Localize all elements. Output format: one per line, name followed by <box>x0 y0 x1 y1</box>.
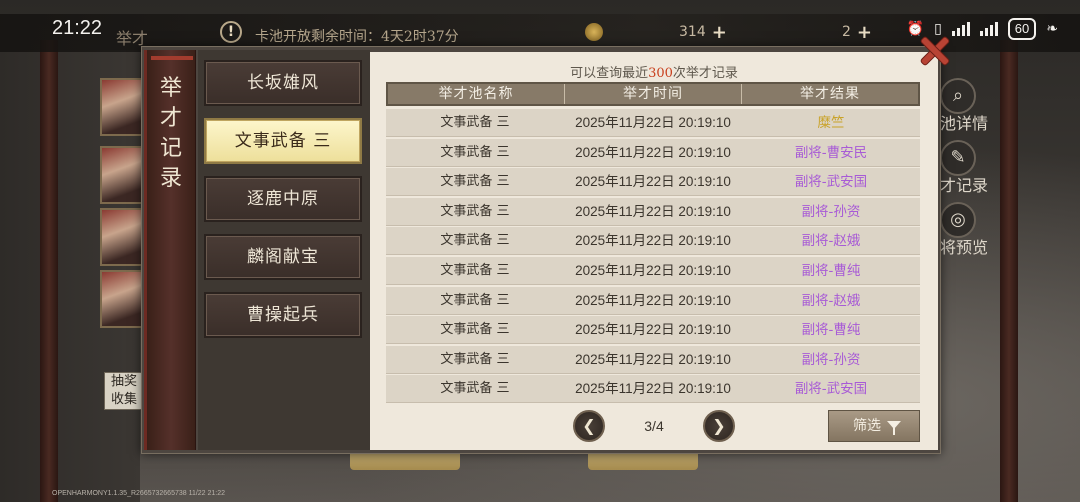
tab-pool-5[interactable]: 曹操起兵 <box>204 292 362 338</box>
cell-result: 副将-赵娥 <box>801 292 861 309</box>
cell-result: 副将-武安国 <box>794 174 868 191</box>
signal-icon <box>951 22 970 36</box>
feather-icon[interactable]: ✎ <box>940 140 976 176</box>
records-table: 举才池名称 举才时间 举才结果 文事武备 三 2025年11月22日 20:19:… <box>386 82 920 404</box>
cell-pool-name: 文事武备 三 <box>440 174 510 190</box>
cell-result: 副将-孙资 <box>801 351 861 368</box>
cell-time: 2025年11月22日 20:19:10 <box>575 292 731 308</box>
cell-pool-name: 文事武备 三 <box>440 322 510 338</box>
table-row: 文事武备 三 2025年11月22日 20:19:10 副将-赵娥 <box>386 286 920 315</box>
battery-icon: 60 <box>1007 18 1037 40</box>
table-row: 文事武备 三 2025年11月22日 20:19:10 副将-曹安民 <box>386 138 920 167</box>
tab-pool-4[interactable]: 麟阁献宝 <box>204 234 362 280</box>
table-row: 文事武备 三 2025年11月22日 20:19:10 副将-武安国 <box>386 375 920 404</box>
cell-time: 2025年11月22日 20:19:10 <box>575 381 731 397</box>
vibrate-icon: ▯ <box>934 21 942 37</box>
preview-icon[interactable]: ◎ <box>940 202 976 238</box>
table-row: 文事武备 三 2025年11月22日 20:19:10 副将-赵娥 <box>386 227 920 256</box>
tab-pool-1[interactable]: 长坂雄风 <box>204 60 362 106</box>
pool-details-label[interactable]: 池详情 <box>940 110 988 134</box>
pool-tabs: 长坂雄风 文事武备 三 逐鹿中原 麟阁献宝 曹操起兵 <box>198 50 370 450</box>
cell-result: 副将-孙资 <box>801 203 861 220</box>
search-icon[interactable]: ⌕ <box>940 78 976 114</box>
cell-result: 副将-曹纯 <box>801 322 861 339</box>
filter-button[interactable]: 筛选 <box>828 410 920 442</box>
cell-pool-name: 文事武备 三 <box>440 203 510 219</box>
cell-time: 2025年11月22日 20:19:10 <box>575 322 731 338</box>
cell-time: 2025年11月22日 20:19:10 <box>575 351 731 367</box>
query-note: 可以查询最近300次举才记录 <box>370 62 938 81</box>
cell-time: 2025年11月22日 20:19:10 <box>575 262 731 278</box>
cell-pool-name: 文事武备 三 <box>440 292 510 308</box>
cell-result: 糜竺 <box>817 115 845 131</box>
cell-result: 副将-曹安民 <box>794 144 868 161</box>
background-pillar <box>40 40 58 502</box>
hero-portrait[interactable] <box>100 78 144 136</box>
table-row: 文事武备 三 2025年11月22日 20:19:10 副将-曹纯 <box>386 316 920 345</box>
cell-time: 2025年11月22日 20:19:10 <box>575 174 731 190</box>
cell-pool-name: 文事武备 三 <box>440 262 510 278</box>
query-note-suffix: 次举才记录 <box>672 66 738 81</box>
modal-title: 举才记录 <box>159 76 182 191</box>
next-page-button[interactable]: ❯ <box>703 410 735 442</box>
hero-portrait[interactable] <box>100 208 144 266</box>
cell-pool-name: 文事武备 三 <box>440 233 510 249</box>
cell-pool-name: 文事武备 三 <box>440 144 510 160</box>
modal-title-strip: 举才记录 <box>144 50 196 450</box>
status-clock: 21:22 <box>52 17 103 39</box>
cell-pool-name: 文事武备 三 <box>440 115 510 130</box>
page-indicator: 3/4 <box>644 418 664 434</box>
cell-result: 副将-赵娥 <box>801 233 861 250</box>
alarm-icon: ⏰ <box>906 21 925 37</box>
cell-pool-name: 文事武备 三 <box>440 351 510 367</box>
preview-label[interactable]: 将预览 <box>940 234 988 258</box>
hero-portrait[interactable] <box>100 146 144 204</box>
query-note-count: 300 <box>648 66 673 81</box>
build-watermark: OPENHARMONY1.1.35_R2665732665738 11/22 2… <box>52 490 226 497</box>
cell-time: 2025年11月22日 20:19:10 <box>575 144 731 160</box>
table-row: 文事武备 三 2025年11月22日 20:19:10 副将-孙资 <box>386 197 920 226</box>
leaf-icon: ❧ <box>1046 21 1058 37</box>
funnel-icon <box>887 421 901 435</box>
close-icon[interactable] <box>920 36 950 66</box>
tab-pool-3[interactable]: 逐鹿中原 <box>204 176 362 222</box>
column-header-pool: 举才池名称 <box>388 84 565 104</box>
column-header-result: 举才结果 <box>800 86 860 102</box>
records-label[interactable]: 才记录 <box>940 172 988 196</box>
cell-time: 2025年11月22日 20:19:10 <box>575 115 731 130</box>
tab-pool-2[interactable]: 文事武备 三 <box>204 118 362 164</box>
prev-page-button[interactable]: ❮ <box>573 410 605 442</box>
query-note-prefix: 可以查询最近 <box>570 66 649 81</box>
column-header-time: 举才时间 <box>565 84 742 104</box>
table-row: 文事武备 三 2025年11月22日 20:19:10 副将-武安国 <box>386 168 920 197</box>
pagination: ❮ 3/4 ❯ 筛选 <box>370 410 938 444</box>
table-header: 举才池名称 举才时间 举才结果 <box>386 82 920 106</box>
cell-time: 2025年11月22日 20:19:10 <box>575 203 731 219</box>
records-content: 可以查询最近300次举才记录 举才池名称 举才时间 举才结果 文事武备 三 202… <box>370 52 938 450</box>
cell-time: 2025年11月22日 20:19:10 <box>575 233 731 249</box>
collect-button[interactable]: 抽奖收集 <box>104 372 144 410</box>
cell-result: 副将-曹纯 <box>801 262 861 279</box>
hero-portrait[interactable] <box>100 270 144 328</box>
table-body[interactable]: 文事武备 三 2025年11月22日 20:19:10 糜竺 文事武备 三 2025年1… <box>386 109 920 404</box>
table-row: 文事武备 三 2025年11月22日 20:19:10 副将-曹纯 <box>386 256 920 285</box>
cell-result: 副将-武安国 <box>794 381 868 398</box>
table-row: 文事武备 三 2025年11月22日 20:19:10 副将-孙资 <box>386 345 920 374</box>
background-pillar <box>1000 40 1018 502</box>
cell-pool-name: 文事武备 三 <box>440 381 510 397</box>
table-row: 文事武备 三 2025年11月22日 20:19:10 糜竺 <box>386 109 920 137</box>
filter-label: 筛选 <box>853 418 881 434</box>
signal-icon-2 <box>979 22 998 36</box>
